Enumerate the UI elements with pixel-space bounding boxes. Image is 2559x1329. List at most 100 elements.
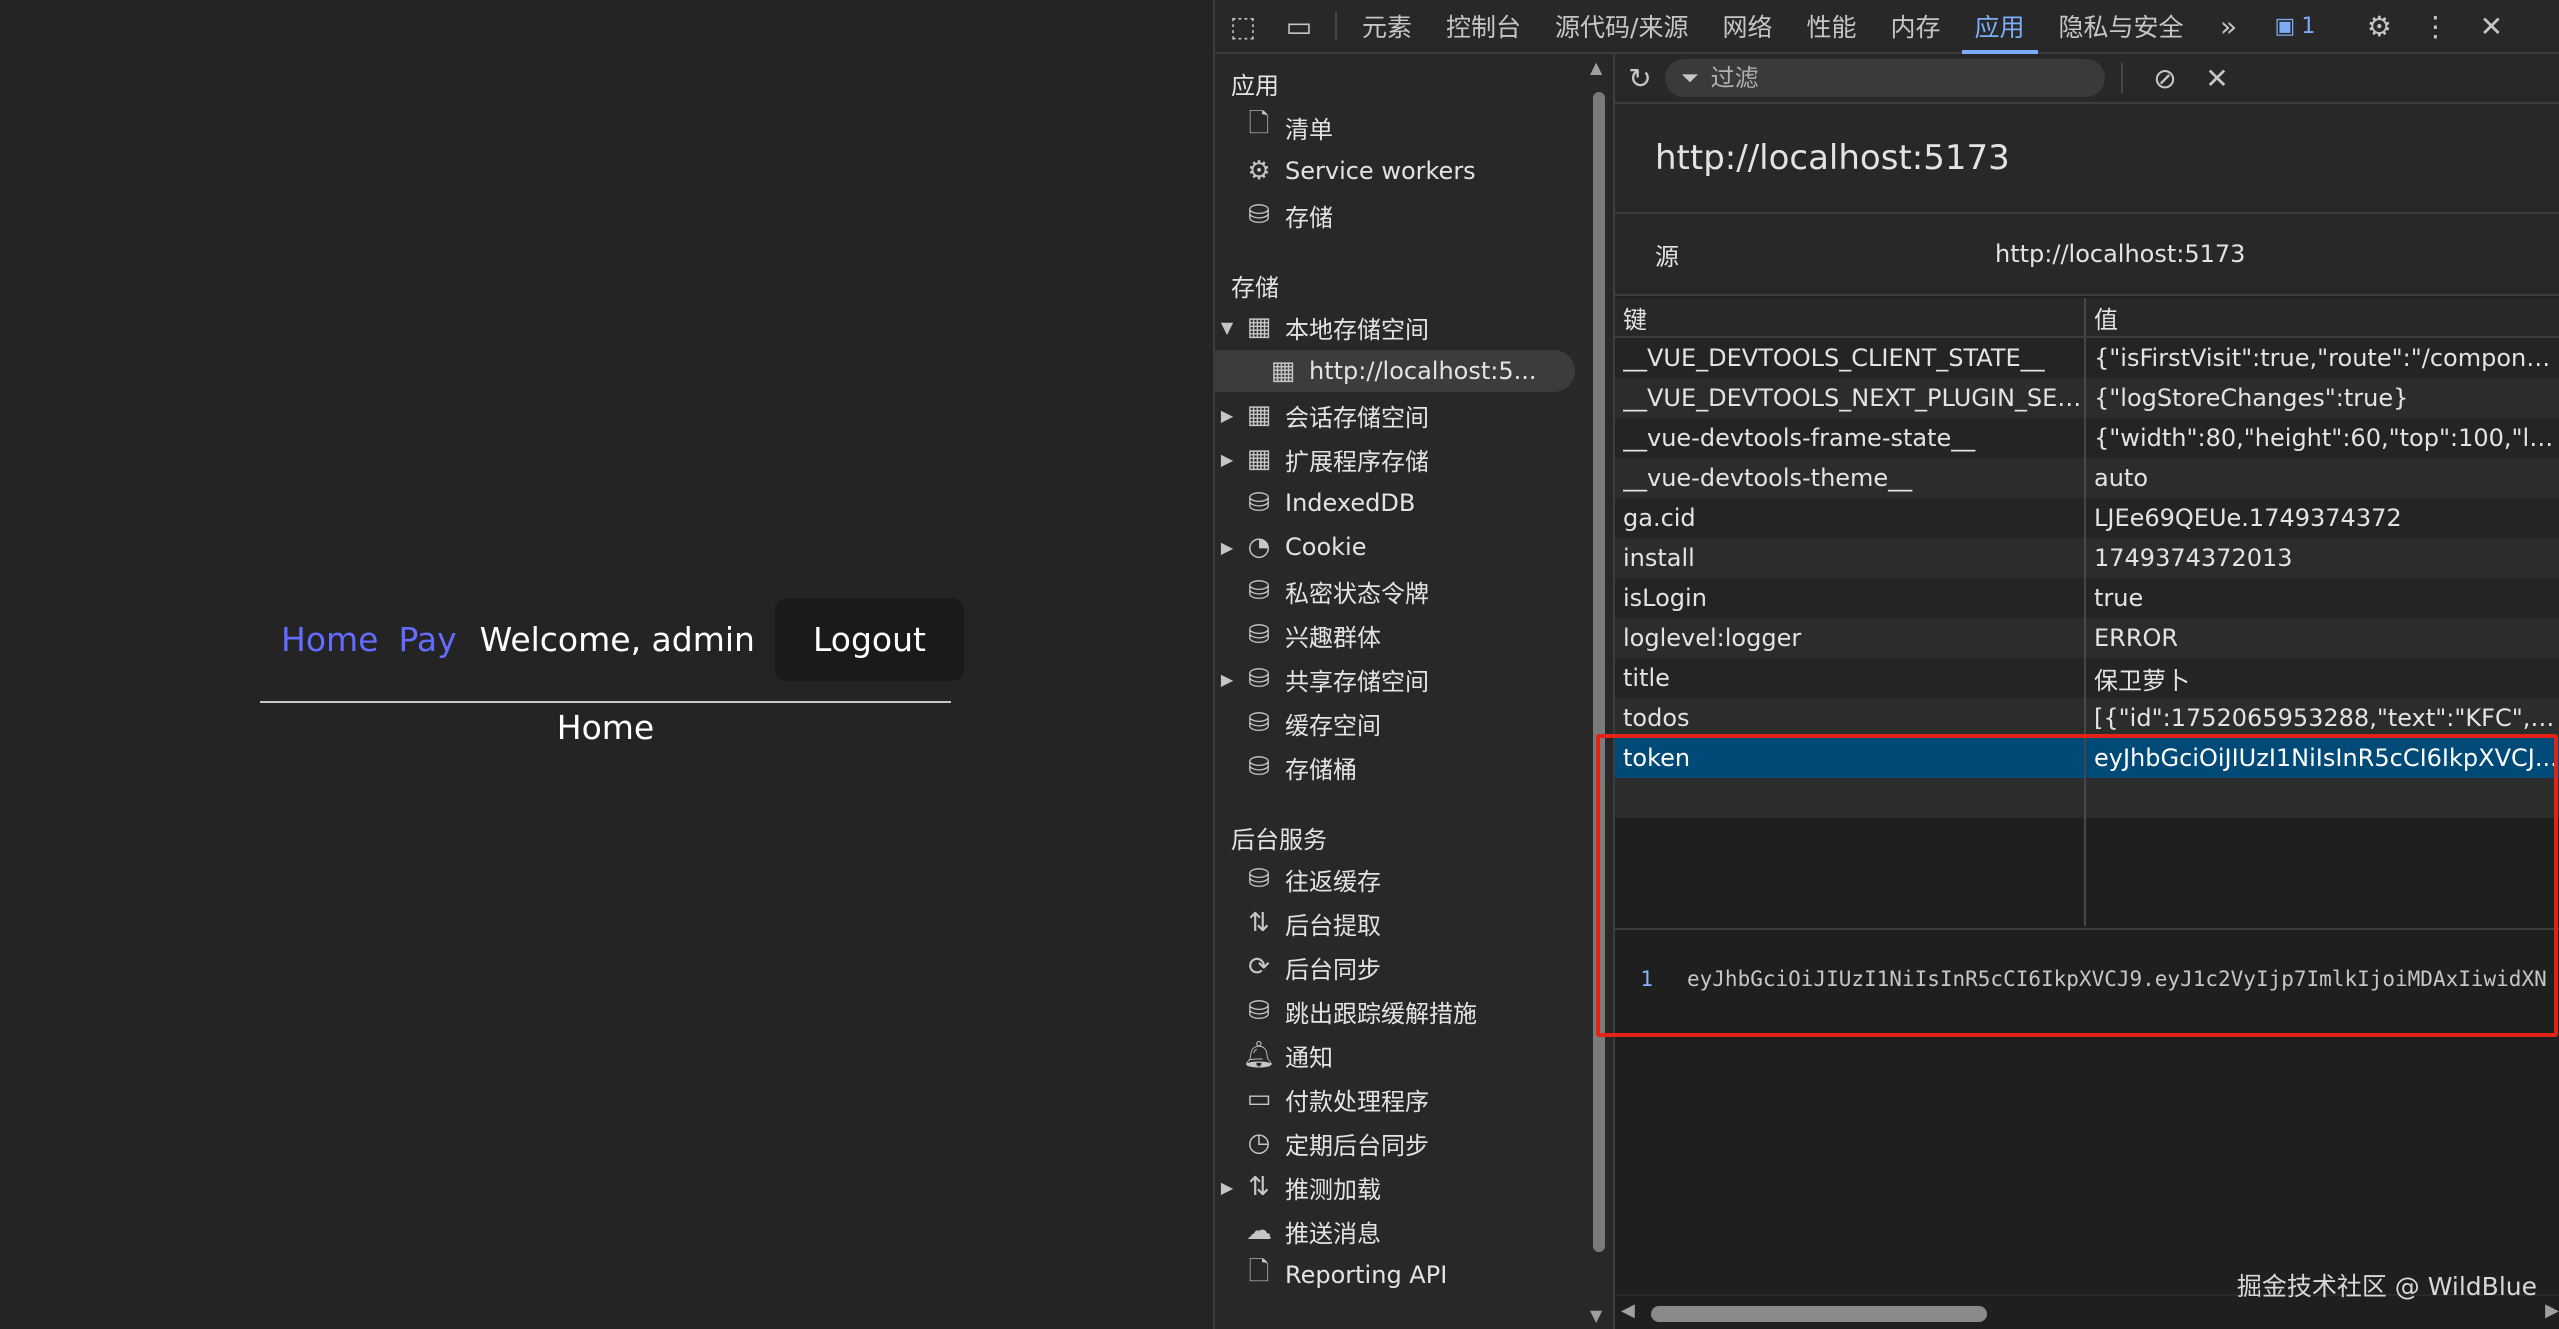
sidebar-item-payment-handler[interactable]: ▭ 付款处理程序 (1215, 1078, 1575, 1120)
sidebar-item-interest-groups[interactable]: ⛁ 兴趣群体 (1215, 614, 1575, 656)
column-header-value[interactable]: 值 (2086, 298, 2559, 336)
sidebar-scrollbar[interactable]: ▲ ▼ (1585, 54, 1611, 1329)
clock-icon: ◷ (1247, 1128, 1271, 1158)
sidebar-item-indexeddb[interactable]: ⛁ IndexedDB (1215, 482, 1575, 524)
table-row[interactable]: __vue-devtools-theme__ auto (1615, 458, 2559, 498)
chevron-right-icon[interactable]: ▶ (1215, 538, 1239, 557)
tab-privacy-security[interactable]: 隐私与安全 (2042, 0, 2201, 52)
device-toolbar-icon[interactable]: ▭ (1271, 0, 1327, 52)
filter-box[interactable]: ⏷ (1665, 59, 2105, 97)
chevron-right-icon[interactable]: ▶ (1215, 406, 1239, 425)
application-sidebar: 应用 🗋 清单 ⚙ Service workers ⛁ 存储 存储 ▼ ▦ 本地存… (1215, 54, 1585, 1329)
scrollbar-thumb[interactable] (1593, 92, 1605, 1252)
sidebar-item-storage-buckets[interactable]: ⛁ 存储桶 (1215, 746, 1575, 788)
sidebar-item-service-workers[interactable]: ⚙ Service workers (1215, 150, 1575, 192)
sidebar-item-local-storage[interactable]: ▼ ▦ 本地存储空间 (1215, 306, 1575, 348)
refresh-icon[interactable]: ↻ (1615, 62, 1665, 95)
gear-icon[interactable]: ⚙ (2351, 10, 2407, 43)
sidebar-item-background-fetch[interactable]: ⇅ 后台提取 (1215, 902, 1575, 944)
row-key: __vue-devtools-theme__ (1615, 458, 2086, 498)
sidebar-item-manifest[interactable]: 🗋 清单 (1215, 106, 1575, 148)
line-number: 1 (1640, 967, 1653, 991)
value-preview[interactable]: 1 eyJhbGciOiJIUzI1NiIsInR5cCI6IkpXVCJ9.e… (1615, 928, 2559, 1028)
chevron-down-icon[interactable]: ▼ (1215, 318, 1239, 337)
filter-input[interactable] (1710, 64, 2081, 92)
database-icon: ⛁ (1248, 200, 1270, 230)
sidebar-item-notifications[interactable]: 🔔︎ 通知 (1215, 1034, 1575, 1076)
scroll-left-icon[interactable]: ◀ (1621, 1300, 1635, 1321)
column-header-key[interactable]: 键 (1615, 298, 2086, 336)
web-page: Home Pay Welcome, admin Logout Home (0, 0, 1213, 1329)
sidebar-item-cache-storage[interactable]: ⛁ 缓存空间 (1215, 702, 1575, 744)
table-row[interactable]: install 1749374372013 (1615, 538, 2559, 578)
tab-console[interactable]: 控制台 (1429, 0, 1538, 52)
database-icon: ⛁ (1248, 488, 1270, 518)
issues-badge[interactable]: ▣ 1 (2257, 14, 2334, 39)
sidebar-item-reporting-api[interactable]: 🗋 Reporting API (1215, 1254, 1575, 1296)
table-row[interactable]: __VUE_DEVTOOLS_CLIENT_STATE__ {"isFirstV… (1615, 338, 2559, 378)
sync-icon: ⟳ (1248, 952, 1270, 982)
sidebar-item-bfcache[interactable]: ⛁ 往返缓存 (1215, 858, 1575, 900)
sidebar-item-localhost-origin[interactable]: ▦ http://localhost:5... (1215, 350, 1575, 392)
table-icon: ▦ (1246, 444, 1272, 474)
scroll-up-icon[interactable]: ▲ (1590, 58, 1602, 77)
chevron-right-icon[interactable]: ▶ (1215, 670, 1239, 689)
tab-performance[interactable]: 性能 (1789, 0, 1873, 52)
table-row-selected[interactable]: token eyJhbGciOiJIUzI1NiIsInR5cCI6IkpXVC… (1615, 738, 2559, 778)
top-nav: Home Pay Welcome, admin Logout (281, 598, 964, 681)
tab-network[interactable]: 网络 (1705, 0, 1789, 52)
row-key: title (1615, 658, 2086, 698)
database-icon: ⛁ (1248, 664, 1270, 694)
table-row[interactable]: todos [{"id":1752065953288,"text":"KFC",… (1615, 698, 2559, 738)
table-row[interactable]: loglevel:logger ERROR (1615, 618, 2559, 658)
sidebar-item-private-state-tokens[interactable]: ⛁ 私密状态令牌 (1215, 570, 1575, 612)
scrollbar-thumb[interactable] (1651, 1306, 1987, 1322)
arrows-icon: ⇅ (1248, 1172, 1270, 1202)
table-row[interactable]: __VUE_DEVTOOLS_NEXT_PLUGIN_SET... {"logS… (1615, 378, 2559, 418)
sidebar-item-push-messaging[interactable]: ☁ 推送消息 (1215, 1210, 1575, 1252)
devtools-toolbar: ⬚ ▭ 元素 控制台 源代码/来源 网络 性能 内存 应用 隐私与安全 » ▣ … (1215, 0, 2559, 54)
tab-elements[interactable]: 元素 (1345, 0, 1429, 52)
sidebar-item-bounce-tracking[interactable]: ⛁ 跳出跟踪缓解措施 (1215, 990, 1575, 1032)
table-row[interactable]: title 保卫萝卜 (1615, 658, 2559, 698)
clear-all-icon[interactable]: ⊘ (2139, 62, 2191, 95)
kebab-menu-icon[interactable]: ⋮ (2407, 10, 2463, 43)
sidebar-item-shared-storage[interactable]: ▶ ⛁ 共享存储空间 (1215, 658, 1575, 700)
database-icon: ⛁ (1248, 576, 1270, 606)
database-icon: ⛁ (1248, 752, 1270, 782)
table-row[interactable]: isLogin true (1615, 578, 2559, 618)
table-row[interactable]: ga.cid LJEe69QEUe.1749374372 (1615, 498, 2559, 538)
sidebar-item-extension-storage[interactable]: ▶ ▦ 扩展程序存储 (1215, 438, 1575, 480)
database-icon: ⛁ (1248, 620, 1270, 650)
tab-sources[interactable]: 源代码/来源 (1538, 0, 1705, 52)
logout-button[interactable]: Logout (774, 598, 964, 681)
row-key: isLogin (1615, 578, 2086, 618)
inspect-element-icon[interactable]: ⬚ (1215, 0, 1271, 52)
table-row[interactable]: __vue-devtools-frame-state__ {"width":80… (1615, 418, 2559, 458)
devtools-panel: ⬚ ▭ 元素 控制台 源代码/来源 网络 性能 内存 应用 隐私与安全 » ▣ … (1213, 0, 2559, 1329)
sidebar-item-speculative-loads[interactable]: ▶ ⇅ 推测加载 (1215, 1166, 1575, 1208)
origin-label: 源 (1655, 242, 1679, 271)
scroll-right-icon[interactable]: ▶ (2545, 1300, 2559, 1321)
home-link[interactable]: Home (281, 620, 378, 659)
chevron-right-icon[interactable]: ▶ (1215, 1178, 1239, 1197)
delete-selected-icon[interactable]: ✕ (2191, 62, 2243, 95)
row-key: __VUE_DEVTOOLS_NEXT_PLUGIN_SET... (1615, 378, 2086, 418)
sidebar-item-session-storage[interactable]: ▶ ▦ 会话存储空间 (1215, 394, 1575, 436)
row-value: [{"id":1752065953288,"text":"KFC","is... (2094, 704, 2559, 732)
row-key: loglevel:logger (1615, 618, 2086, 658)
chevron-right-icon[interactable]: ▶ (1215, 450, 1239, 469)
tab-application[interactable]: 应用 (1958, 0, 2042, 54)
scroll-down-icon[interactable]: ▼ (1590, 1306, 1602, 1325)
pay-link[interactable]: Pay (398, 620, 456, 659)
table-icon: ▦ (1246, 400, 1272, 430)
sidebar-item-background-sync[interactable]: ⟳ 后台同步 (1215, 946, 1575, 988)
sidebar-item-cookie[interactable]: ▶ ◔ Cookie (1215, 526, 1575, 568)
sidebar-item-storage[interactable]: ⛁ 存储 (1215, 194, 1575, 236)
tab-memory[interactable]: 内存 (1874, 0, 1958, 52)
sidebar-item-periodic-sync[interactable]: ◷ 定期后台同步 (1215, 1122, 1575, 1164)
close-icon[interactable]: ✕ (2463, 10, 2519, 43)
more-tabs-icon[interactable]: » (2201, 10, 2257, 43)
table-row-empty[interactable] (1615, 778, 2559, 818)
message-icon: ▣ (2274, 13, 2296, 39)
